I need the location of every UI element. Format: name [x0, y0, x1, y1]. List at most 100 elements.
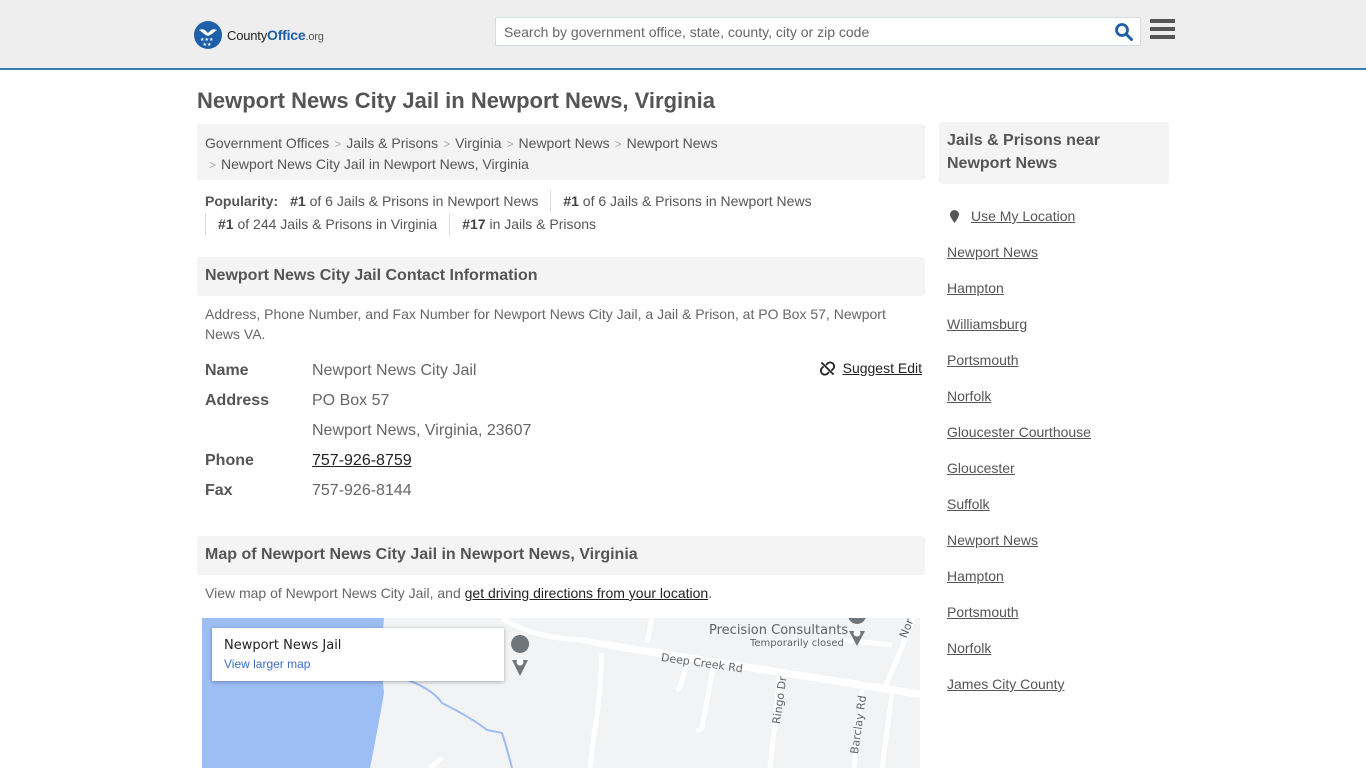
nearby-list-item: Hampton — [947, 558, 1167, 594]
nearby-city-link[interactable]: Hampton — [947, 568, 1004, 584]
breadcrumb-separator: > — [614, 137, 622, 151]
eagle-logo-icon: ★★★ ★★ — [194, 21, 222, 49]
road — [587, 652, 605, 768]
map-pin-dot — [853, 629, 861, 637]
menu-icon-bar — [1150, 35, 1175, 39]
contact-info-table: Suggest Edit Name Newport News City Jail… — [205, 356, 925, 506]
road — [695, 662, 717, 734]
nearby-city-link[interactable]: Portsmouth — [947, 604, 1019, 620]
nearby-list-item: Hampton — [947, 270, 1167, 306]
creek — [401, 677, 513, 768]
breadcrumb-jails-prisons[interactable]: Jails & Prisons — [346, 135, 438, 151]
breadcrumb-government-offices[interactable]: Government Offices — [205, 135, 329, 151]
nearby-city-link[interactable]: Newport News — [947, 244, 1038, 260]
nearby-list-item: Norfolk — [947, 378, 1167, 414]
nearby-city-link[interactable]: Williamsburg — [947, 316, 1027, 332]
breadcrumb-newport-news-city[interactable]: Newport News — [627, 135, 718, 151]
popularity-rank: #1 of 6 Jails & Prisons in Newport News — [290, 193, 539, 209]
map-pin-icon[interactable] — [511, 635, 530, 653]
road — [644, 618, 655, 644]
name-label: Name — [205, 362, 249, 379]
contact-description: Address, Phone Number, and Fax Number fo… — [205, 306, 886, 342]
nearby-list-item: Gloucester Courthouse — [947, 414, 1167, 450]
nearby-city-link[interactable]: Norfolk — [947, 640, 991, 656]
map-description: View map of Newport News City Jail, and … — [205, 585, 713, 601]
driving-directions-link[interactable]: get driving directions from your locatio… — [465, 585, 709, 601]
breadcrumb-separator: > — [334, 137, 342, 151]
road — [843, 637, 893, 648]
phone-link[interactable]: 757-926-8759 — [312, 452, 412, 469]
nearby-city-link[interactable]: Hampton — [947, 280, 1004, 296]
menu-icon-bar — [1150, 27, 1175, 31]
breadcrumb-separator: > — [506, 137, 514, 151]
fax-value: 757-926-8144 — [312, 482, 412, 499]
site-logo[interactable]: ★★★ ★★ CountyOffice.org — [194, 21, 324, 49]
nearby-list-item: James City County — [947, 666, 1167, 702]
fax-row: Fax 757-926-8144 — [205, 476, 925, 506]
use-my-location-item: Use My Location — [947, 198, 1167, 234]
site-header: ★★★ ★★ CountyOffice.org — [0, 0, 1366, 70]
fax-label: Fax — [205, 482, 233, 499]
contact-section-heading: Newport News City Jail Contact Informati… — [197, 257, 925, 296]
popularity-rank: #17 in Jails & Prisons — [449, 213, 608, 236]
popularity-rank: #1 of 244 Jails & Prisons in Virginia — [205, 213, 449, 236]
address-row: Address PO Box 57 — [205, 386, 925, 416]
map-pin-icon[interactable] — [848, 618, 866, 624]
broken-link-icon — [819, 360, 835, 376]
sidebar-heading: Jails & Prisons near Newport News — [939, 122, 1169, 184]
popularity-label: Popularity: — [205, 193, 279, 209]
phone-row: Phone 757-926-8759 — [205, 446, 925, 476]
logo-text: CountyOffice.org — [227, 27, 324, 43]
nearby-list-item: Portsmouth — [947, 342, 1167, 378]
nearby-list-item: Gloucester — [947, 450, 1167, 486]
map-place-card: Newport News Jail View larger map — [212, 628, 504, 681]
nearby-city-link[interactable]: James City County — [947, 676, 1064, 692]
name-row: Name Newport News City Jail — [205, 356, 925, 386]
address-line1: PO Box 57 — [312, 392, 390, 409]
name-value: Newport News City Jail — [312, 362, 477, 379]
breadcrumb-newport-news-county[interactable]: Newport News — [519, 135, 610, 151]
nearby-city-link[interactable]: Portsmouth — [947, 352, 1019, 368]
breadcrumb-separator: > — [443, 137, 451, 151]
svg-text:★★: ★★ — [203, 42, 212, 48]
nearby-city-link[interactable]: Gloucester — [947, 460, 1015, 476]
embedded-map[interactable]: Precision Consultants Temporarily closed… — [202, 618, 920, 768]
suggest-edit-link[interactable]: Suggest Edit — [819, 360, 922, 376]
search-input[interactable] — [504, 18, 1104, 45]
nearby-list-item: Newport News — [947, 234, 1167, 270]
nearby-list-item: Newport News — [947, 522, 1167, 558]
nearby-list: Use My Location Newport News Hampton Willi… — [947, 198, 1167, 702]
phone-label: Phone — [205, 452, 254, 469]
search-button[interactable] — [1114, 22, 1134, 42]
nearby-city-link[interactable]: Norfolk — [947, 388, 991, 404]
nearby-list-item: Norfolk — [947, 630, 1167, 666]
breadcrumb-current: Newport News City Jail in Newport News, … — [221, 156, 529, 172]
page-title: Newport News City Jail in Newport News, … — [197, 88, 715, 113]
breadcrumb-virginia[interactable]: Virginia — [455, 135, 501, 151]
road — [879, 693, 895, 768]
nearby-list-item: Portsmouth — [947, 594, 1167, 630]
location-pin-icon — [950, 209, 959, 223]
address-row-2: Newport News, Virginia, 23607 — [205, 416, 925, 446]
nearby-city-link[interactable]: Newport News — [947, 532, 1038, 548]
poi-name-label: Precision Consultants — [709, 623, 849, 638]
map-place-title: Newport News Jail — [224, 638, 342, 653]
search-box — [495, 17, 1141, 46]
road — [428, 756, 444, 768]
poi-status-label: Temporarily closed — [750, 638, 844, 649]
nearby-city-link[interactable]: Gloucester Courthouse — [947, 424, 1091, 440]
use-my-location-link[interactable]: Use My Location — [971, 208, 1075, 224]
breadcrumb: Government Offices > Jails & Prisons > Virgi… — [197, 124, 925, 180]
nearby-list-item: Williamsburg — [947, 306, 1167, 342]
popularity-rank: #1 of 6 Jails & Prisons in Newport News — [550, 190, 823, 213]
menu-icon-bar — [1150, 19, 1175, 23]
search-icon — [1115, 23, 1133, 41]
hamburger-menu-button[interactable] — [1150, 19, 1175, 42]
map-section-heading: Map of Newport News City Jail in Newport… — [197, 536, 925, 575]
breadcrumb-separator: > — [209, 158, 217, 172]
address-label: Address — [205, 392, 270, 409]
nearby-city-link[interactable]: Suffolk — [947, 496, 990, 512]
popularity-rankings: Popularity: #1 of 6 Jails & Prisons in N… — [205, 190, 925, 236]
view-larger-map-link[interactable]: View larger map — [224, 657, 492, 671]
address-line2: Newport News, Virginia, 23607 — [312, 422, 532, 439]
